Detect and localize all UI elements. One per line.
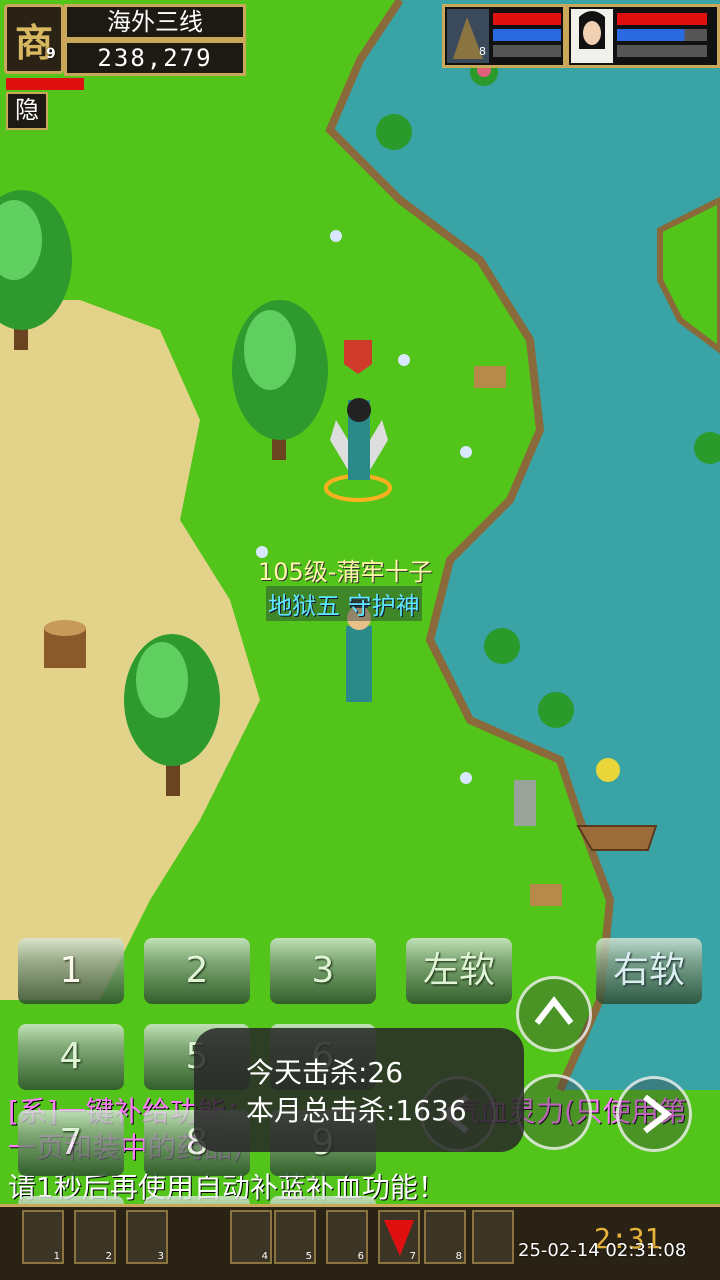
arrow-right-icon xyxy=(643,1094,672,1134)
screenshot-timestamp: 25-02-14 02:31:08 xyxy=(518,1240,687,1261)
left-soft-key[interactable]: 左软 xyxy=(406,938,512,1004)
water-flower xyxy=(596,758,620,782)
dpad-center-button[interactable] xyxy=(516,1074,592,1150)
party-exp-bar xyxy=(493,45,561,57)
lily-pad xyxy=(538,692,574,728)
flag-slot[interactable]: 7 xyxy=(378,1210,420,1264)
key-4[interactable]: 4 xyxy=(18,1024,124,1090)
party-hp-bar xyxy=(493,13,561,25)
hide-button[interactable]: 隐 xyxy=(6,92,48,130)
lily-pad xyxy=(484,628,520,664)
item-slot[interactable]: 5 xyxy=(274,1210,316,1264)
dpad-up-button[interactable] xyxy=(516,976,592,1052)
party-member-level: 8 xyxy=(479,45,486,58)
signpost xyxy=(530,884,562,906)
player-name: 海外三线 xyxy=(64,4,246,40)
item-slot[interactable]: 6 xyxy=(326,1210,368,1264)
party-mp-bar xyxy=(617,29,707,41)
stone-pillar xyxy=(514,780,536,826)
item-slot[interactable]: 4 xyxy=(230,1210,272,1264)
pet-slot[interactable] xyxy=(472,1210,514,1264)
kill-stats-toast: 今天击杀:26 本月总击杀:1636 xyxy=(194,1028,524,1152)
player-level: 9 xyxy=(46,46,56,62)
money-counter: 238,279 xyxy=(64,40,246,76)
signpost xyxy=(474,366,506,388)
river xyxy=(330,0,720,1090)
party-exp-bar xyxy=(617,45,707,57)
key-3[interactable]: 3 xyxy=(270,938,376,1004)
tree-stump xyxy=(44,620,86,668)
dpad-right-button[interactable] xyxy=(616,1076,692,1152)
key-1[interactable]: 1 xyxy=(18,938,124,1004)
player-hp-bar xyxy=(6,78,84,90)
player-character xyxy=(324,340,392,502)
right-soft-key[interactable]: 右软 xyxy=(596,938,702,1004)
key-7[interactable]: 7 xyxy=(18,1110,124,1176)
team-slot[interactable]: 8 xyxy=(424,1210,466,1264)
key-2[interactable]: 2 xyxy=(144,938,250,1004)
skill-slot[interactable]: 1 xyxy=(22,1210,64,1264)
party-member-1[interactable]: 8 xyxy=(442,4,566,68)
party-member-2[interactable] xyxy=(566,4,720,68)
party-hp-bar xyxy=(617,13,707,25)
sand-area xyxy=(0,300,260,1000)
month-kills: 本月总击杀:1636 xyxy=(246,1094,467,1127)
chat-bubble-slot[interactable]: 2 xyxy=(74,1210,116,1264)
today-kills: 今天击杀:26 xyxy=(246,1056,404,1089)
lily-pad xyxy=(376,114,412,150)
boat xyxy=(576,825,658,851)
potion-slot[interactable]: 3 xyxy=(126,1210,168,1264)
party-mp-bar xyxy=(493,29,561,41)
npc-title-label: 105级-蒲牢十子 xyxy=(258,558,433,586)
arrow-up-icon xyxy=(534,996,574,1025)
tree xyxy=(232,300,328,460)
female-portrait-icon xyxy=(571,9,613,63)
guild-banner xyxy=(344,340,372,374)
npc-name-label[interactable]: 地狱五 守护神 xyxy=(266,586,422,621)
player-avatar[interactable]: 商 xyxy=(4,4,64,74)
